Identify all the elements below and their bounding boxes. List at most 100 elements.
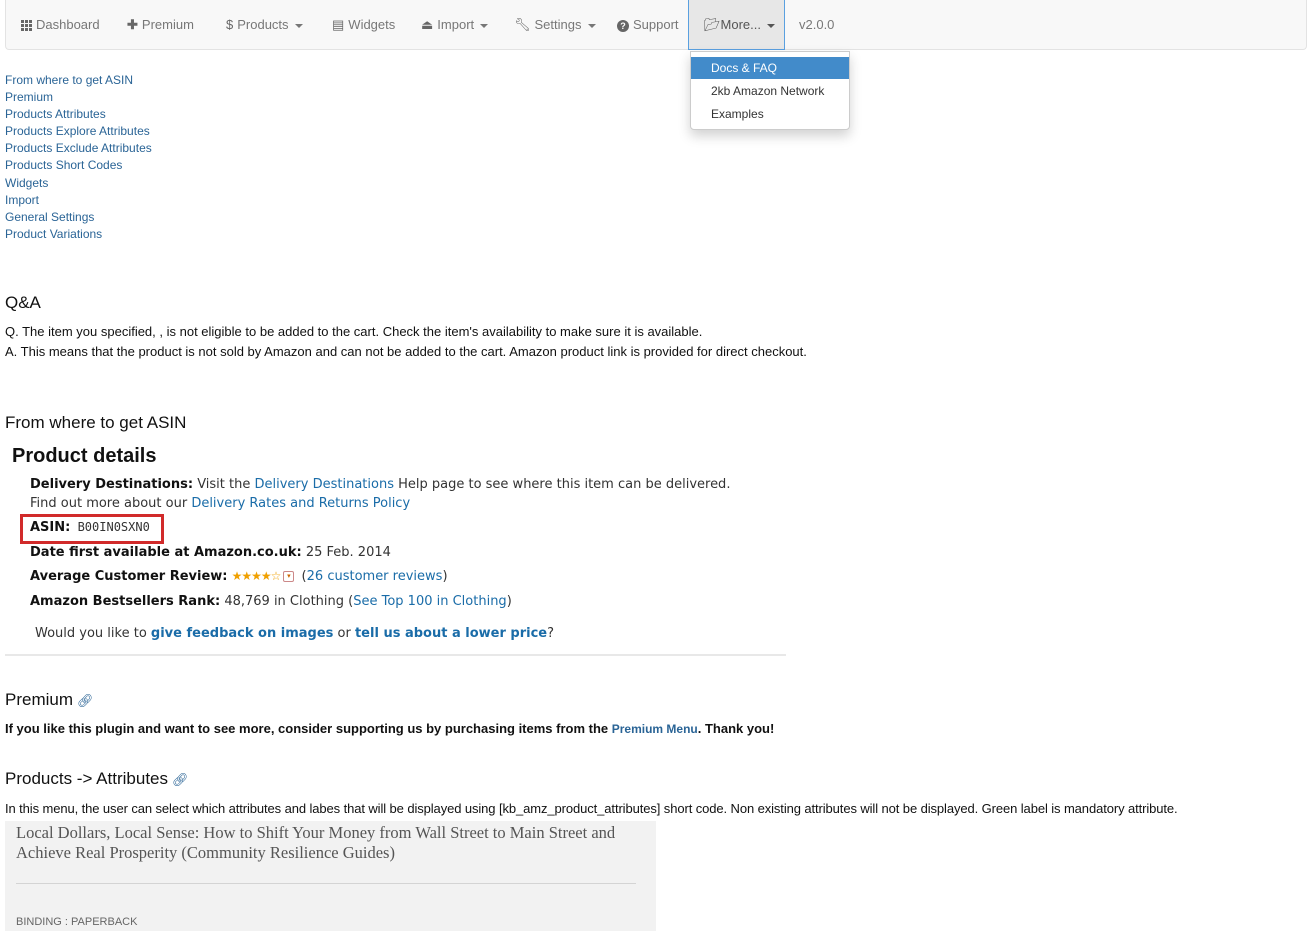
feedback-images-link: give feedback on images [150, 626, 334, 641]
premium-text-post: . Thank you! [697, 721, 775, 736]
review-link: 26 customer reviews [306, 569, 443, 584]
asin-row: ASIN: B00IN0SXN0 [30, 520, 150, 535]
attributes-heading-text: Products -> Attributes [5, 769, 168, 788]
lower-price-link: tell us about a lower price [354, 626, 548, 641]
nav-dashboard[interactable]: Dashboard [21, 0, 100, 50]
nav-dashboard-label: Dashboard [36, 17, 100, 32]
link-icon[interactable]: 🔗︎ [77, 693, 94, 708]
toc-link-products-attributes[interactable]: Products Attributes [5, 106, 152, 123]
rank-value: 48,769 in Clothing ( [220, 594, 354, 609]
review-open: ( [297, 569, 307, 584]
plus-icon: ✚ [127, 17, 138, 32]
product-details-screenshot: Product details Delivery Destinations: V… [5, 442, 786, 660]
list-icon: ▤ [332, 17, 345, 32]
top-navbar: Dashboard ✚ Premium $ Products ▤ Widgets ⏏ I… [5, 0, 1307, 50]
nav-more-label: More... [720, 17, 761, 32]
nav-version: v2.0.0 [799, 0, 834, 50]
asin-label: ASIN: [30, 520, 71, 535]
nav-settings-label: Settings [534, 17, 582, 32]
delivery-link: Delivery Destinations [254, 477, 394, 492]
divider [16, 883, 636, 884]
nav-settings[interactable]: 🔧︎ Settings [514, 0, 596, 50]
grid-icon [21, 20, 32, 32]
nav-premium-label: Premium [141, 17, 194, 32]
delivery-post: Help page to see where this item can be … [393, 477, 731, 492]
chevron-down-icon: ▾ [283, 571, 295, 582]
toc-link-widgets[interactable]: Widgets [5, 175, 152, 192]
more-dropdown-menu: Docs & FAQ 2kb Amazon Network Examples [690, 51, 850, 130]
rates-link: Delivery Rates and Returns Policy [191, 496, 411, 511]
menu-item-examples[interactable]: Examples [691, 103, 849, 125]
feedback-pre: Would you like to [35, 626, 151, 641]
import-icon: ⏏ [421, 17, 434, 32]
nav-products[interactable]: $ Products [226, 0, 303, 50]
premium-heading-text: Premium [5, 690, 74, 709]
nav-widgets-label: Widgets [348, 17, 396, 32]
book-attributes-screenshot: Local Dollars, Local Sense: How to Shift… [5, 821, 656, 931]
link-icon[interactable]: 🔗︎ [172, 772, 189, 787]
nav-support-label: Support [633, 17, 679, 32]
dollar-icon: $ [226, 17, 234, 32]
table-of-contents: From where to get ASIN Premium Products … [5, 72, 152, 243]
delivery-label: Delivery Destinations: [30, 477, 194, 492]
wrench-icon: 🔧︎ [514, 17, 531, 32]
toc-link-general-settings[interactable]: General Settings [5, 209, 152, 226]
date-label: Date first available at Amazon.co.uk: [30, 545, 302, 560]
version-label: v2.0.0 [799, 17, 835, 32]
review-label: Average Customer Review: [30, 569, 228, 584]
question-circle-icon: ? [617, 20, 629, 32]
premium-text: If you like this plugin and want to see … [5, 721, 774, 736]
rates-pre: Find out more about our [30, 496, 192, 511]
toc-link-products-exclude-attributes[interactable]: Products Exclude Attributes [5, 140, 152, 157]
qa-answer: A. This means that the product is not so… [5, 344, 807, 359]
feedback-mid: or [333, 626, 355, 641]
divider [5, 654, 786, 656]
feedback-row: Would you like to give feedback on image… [35, 626, 554, 641]
nav-widgets[interactable]: ▤ Widgets [332, 0, 395, 50]
feedback-post: ? [547, 626, 555, 641]
product-details-title: Product details [12, 445, 157, 467]
delivery-destinations-row: Delivery Destinations: Visit the Deliver… [30, 477, 730, 492]
nav-import[interactable]: ⏏ Import [421, 0, 489, 50]
asin-section-heading: From where to get ASIN [5, 413, 187, 432]
rank-label: Amazon Bestsellers Rank: [30, 594, 221, 609]
delivery-rates-row: Find out more about our Delivery Rates a… [30, 496, 410, 511]
binding-label: BINDING : PAPERBACK [16, 916, 138, 928]
caret-down-icon [766, 23, 775, 28]
attributes-section-heading: Products -> Attributes 🔗︎ [5, 769, 189, 789]
review-close: ) [442, 569, 448, 584]
nav-import-label: Import [437, 17, 475, 32]
premium-text-pre: If you like this plugin and want to see … [5, 721, 612, 736]
date-available-row: Date first available at Amazon.co.uk: 25… [30, 545, 391, 560]
asin-value: B00IN0SXN0 [70, 520, 150, 534]
qa-heading: Q&A [5, 293, 41, 312]
caret-down-icon [294, 23, 303, 28]
caret-down-icon [480, 23, 489, 28]
attributes-text: In this menu, the user can select which … [5, 801, 1178, 816]
delivery-pre: Visit the [193, 477, 255, 492]
nav-products-label: Products [237, 17, 289, 32]
rank-close: ) [506, 594, 512, 609]
caret-down-icon [587, 23, 596, 28]
star-rating-icon: ★★★★☆ [231, 569, 282, 583]
toc-link-import[interactable]: Import [5, 192, 152, 209]
toc-link-products-explore-attributes[interactable]: Products Explore Attributes [5, 123, 152, 140]
nav-more-dropdown-toggle[interactable]: 📂︎More... [688, 0, 785, 50]
toc-link-premium[interactable]: Premium [5, 89, 152, 106]
menu-item-2kb-amazon-network[interactable]: 2kb Amazon Network [691, 80, 849, 102]
nav-premium[interactable]: ✚ Premium [127, 0, 194, 50]
premium-menu-link[interactable]: Premium Menu [612, 722, 698, 736]
review-row: Average Customer Review: ★★★★☆ ▾ (26 cust… [30, 569, 448, 584]
toc-link-product-variations[interactable]: Product Variations [5, 226, 152, 243]
rank-link: See Top 100 in Clothing [353, 594, 507, 609]
date-value: 25 Feb. 2014 [301, 545, 391, 560]
qa-question: Q. The item you specified, , is not elig… [5, 324, 703, 339]
premium-section-heading: Premium 🔗︎ [5, 690, 94, 710]
folder-open-icon: 📂︎ [704, 17, 721, 32]
toc-link-asin[interactable]: From where to get ASIN [5, 72, 152, 89]
book-title: Local Dollars, Local Sense: How to Shift… [16, 823, 616, 862]
nav-support[interactable]: ? Support [617, 0, 679, 50]
bestsellers-rank-row: Amazon Bestsellers Rank: 48,769 in Cloth… [30, 594, 512, 609]
toc-link-products-short-codes[interactable]: Products Short Codes [5, 157, 152, 174]
menu-item-docs-faq[interactable]: Docs & FAQ [691, 57, 849, 79]
